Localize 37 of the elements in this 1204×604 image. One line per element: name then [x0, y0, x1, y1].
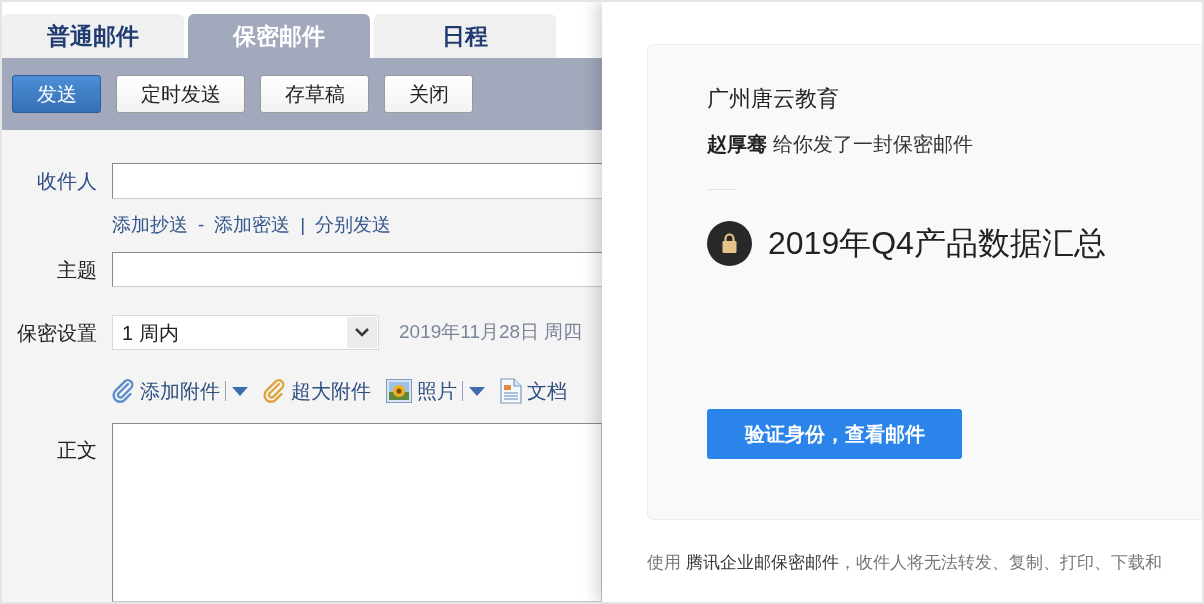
security-label: 保密设置	[17, 320, 97, 346]
tab[interactable]: 普通邮件	[2, 14, 184, 58]
toolbar-button[interactable]: 关闭	[384, 75, 473, 113]
picture-icon	[386, 379, 412, 403]
select-value: 1 周内	[122, 320, 179, 346]
toolbar-button[interactable]: 存草稿	[260, 75, 369, 113]
link-separator: -	[198, 212, 205, 237]
toolbar-button[interactable]: 定时发送	[116, 75, 245, 113]
paperclip-icon	[112, 379, 135, 403]
recipient-option-link[interactable]: 添加抄送	[112, 210, 188, 240]
subject-input[interactable]	[112, 252, 602, 287]
mail-title: 2019年Q4产品数据汇总	[768, 224, 1106, 263]
large-attachment-button[interactable]: 超大附件	[263, 376, 371, 406]
caret-down-icon[interactable]	[469, 386, 485, 396]
link-separator: |	[300, 212, 306, 237]
paperclip-icon	[263, 379, 286, 403]
tab[interactable]: 日程	[374, 14, 556, 58]
caret-down-icon[interactable]	[232, 386, 248, 396]
sender-message: 赵厚骞 给你发了一封保密邮件	[707, 132, 973, 157]
verify-button[interactable]: 验证身份，查看邮件	[707, 409, 962, 459]
expiry-select[interactable]: 1 周内	[112, 315, 379, 350]
recipient-label[interactable]: 收件人	[37, 166, 97, 196]
recipient-input[interactable]	[112, 163, 602, 199]
chevron-down-icon	[347, 317, 377, 348]
expiry-date: 2019年11月28日 周四	[399, 320, 583, 345]
send-button[interactable]: 发送	[12, 75, 101, 113]
body-label: 正文	[57, 438, 97, 461]
document-button[interactable]: 文档	[500, 376, 567, 406]
footer-notice: 使用 腾讯企业邮保密邮件，收件人将无法转发、复制、打印、下载和	[647, 552, 1163, 574]
lock-icon	[707, 221, 752, 266]
recipient-option-link[interactable]: 分别发送	[315, 210, 392, 240]
document-icon	[500, 378, 522, 404]
recipient-option-link[interactable]: 添加密送	[214, 210, 291, 240]
company-name: 广州唐云教育	[707, 85, 839, 113]
photo-button[interactable]: 照片	[386, 376, 457, 406]
subject-label: 主题	[57, 257, 97, 283]
attach-file-button[interactable]: 添加附件	[112, 376, 220, 406]
